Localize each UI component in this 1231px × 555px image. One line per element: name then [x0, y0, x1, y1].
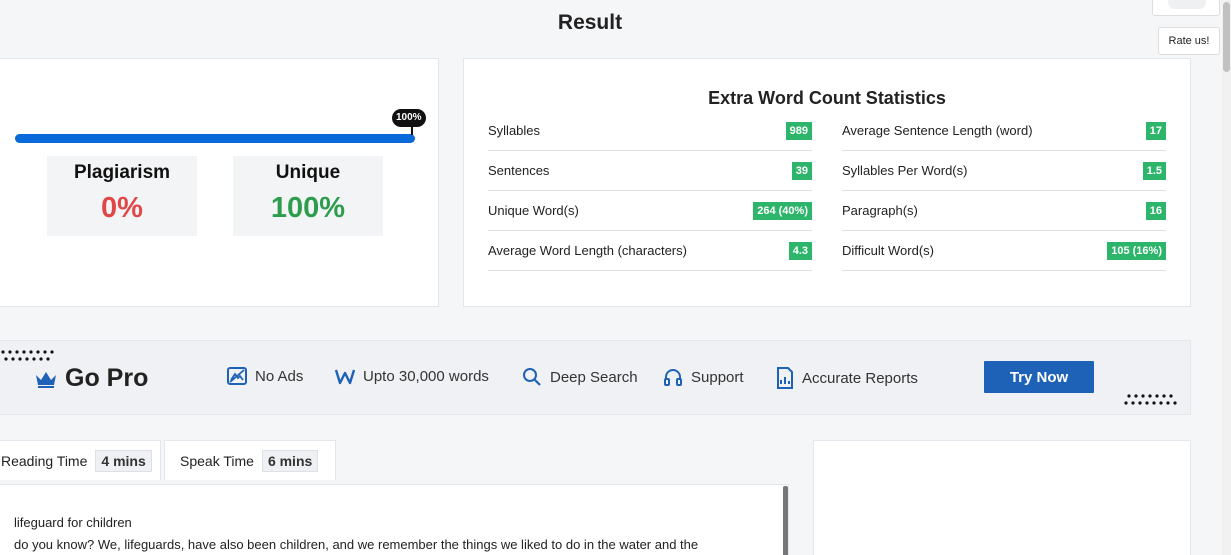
stat-row-avg-sentence-length: Average Sentence Length (word) 17 — [842, 111, 1166, 151]
side-panel — [813, 440, 1191, 555]
dots-decoration — [1, 350, 54, 361]
stat-badge: 17 — [1145, 121, 1166, 140]
go-pro-title: Go Pro — [65, 364, 149, 392]
feature-label: Upto 30,000 words — [363, 367, 489, 385]
report-icon — [777, 367, 793, 389]
stat-badge: 1.5 — [1142, 161, 1166, 180]
feature-deep-search: Deep Search — [522, 367, 638, 387]
text-content: lifeguard for children do you know? We, … — [14, 512, 698, 555]
word-w-icon — [335, 369, 355, 385]
feature-support: Support — [663, 367, 744, 387]
vertical-scrollbar[interactable] — [1222, 0, 1231, 555]
no-ads-icon — [227, 367, 247, 385]
feature-label: Deep Search — [550, 368, 638, 386]
result-card: 100% Plagiarism 0% Unique 100% — [0, 58, 439, 307]
text-line: do you know? We, lifeguards, have also b… — [14, 537, 699, 552]
stat-row-sentences: Sentences 39 — [488, 151, 812, 191]
search-icon — [523, 368, 541, 386]
feature-label: Support — [691, 368, 744, 386]
tab-value: 6 mins — [261, 449, 319, 472]
unique-value: 100% — [270, 192, 346, 224]
headphones-icon — [664, 369, 682, 386]
stat-row-syllables-per-word: Syllables Per Word(s) 1.5 — [842, 151, 1166, 191]
feature-word-limit: Upto 30,000 words — [335, 367, 489, 385]
tab-speak-time[interactable]: Speak Time 6 mins — [164, 440, 336, 480]
plagiarism-value: 0% — [101, 192, 143, 224]
stat-badge: 4.3 — [788, 241, 812, 260]
text-content-area[interactable]: lifeguard for children do you know? We, … — [0, 484, 789, 555]
stat-label: Difficult Word(s) — [842, 243, 934, 258]
go-pro-banner: Go Pro No Ads Upto 30,000 words Deep Sea… — [0, 340, 1191, 415]
stat-label: Syllables — [488, 123, 541, 138]
stats-title: Extra Word Count Statistics — [708, 88, 946, 108]
rate-us-button[interactable]: Rate us! — [1158, 27, 1220, 55]
stat-label: Average Word Length (characters) — [488, 243, 687, 258]
dots-decoration — [1124, 394, 1177, 405]
stat-badge: 989 — [785, 121, 812, 140]
stat-row-unique-words: Unique Word(s) 264 (40%) — [488, 191, 812, 231]
stat-row-difficult-words: Difficult Word(s) 105 (16%) — [842, 231, 1166, 271]
tab-label: Reading Time — [1, 452, 88, 469]
stat-row-syllables: Syllables 989 — [488, 111, 812, 151]
progress-bar — [15, 134, 415, 143]
stat-badge: 39 — [791, 161, 812, 180]
unique-box: Unique 100% — [233, 156, 383, 236]
tab-label: Speak Time — [180, 452, 254, 469]
stat-badge: 264 (40%) — [753, 201, 812, 220]
plagiarism-label: Plagiarism — [73, 162, 171, 183]
stats-card: Extra Word Count Statistics Syllables 98… — [463, 58, 1191, 307]
crown-icon — [36, 371, 56, 388]
feature-accurate-reports: Accurate Reports — [776, 367, 918, 389]
toggle-switch[interactable] — [1168, 0, 1206, 9]
stat-label: Sentences — [488, 163, 550, 178]
go-pro-logo: Go Pro — [35, 364, 148, 393]
unique-label: Unique — [275, 162, 341, 183]
stat-label: Unique Word(s) — [488, 203, 579, 218]
stat-row-paragraphs: Paragraph(s) 16 — [842, 191, 1166, 231]
stat-label: Syllables Per Word(s) — [842, 163, 968, 178]
plagiarism-box: Plagiarism 0% — [47, 156, 197, 236]
tab-value: 4 mins — [95, 449, 152, 472]
scrollbar-thumb[interactable] — [1223, 2, 1230, 72]
stat-badge: 16 — [1145, 201, 1166, 220]
try-now-button[interactable]: Try Now — [984, 361, 1094, 393]
feature-label: No Ads — [255, 367, 304, 385]
text-scrollbar[interactable] — [783, 486, 788, 555]
progress-label: 100% — [392, 109, 426, 135]
stat-label: Average Sentence Length (word) — [842, 123, 1033, 138]
page-title: Result — [557, 11, 623, 34]
text-line: lifeguard for children — [14, 515, 132, 530]
rate-toggle-widget[interactable] — [1152, 0, 1220, 16]
tab-reading-time[interactable]: Reading Time 4 mins — [0, 440, 161, 480]
stat-row-avg-word-length: Average Word Length (characters) 4.3 — [488, 231, 812, 271]
feature-label: Accurate Reports — [802, 369, 918, 387]
feature-no-ads: No Ads — [227, 367, 303, 385]
stat-badge: 105 (16%) — [1107, 241, 1166, 260]
stat-label: Paragraph(s) — [842, 203, 918, 218]
